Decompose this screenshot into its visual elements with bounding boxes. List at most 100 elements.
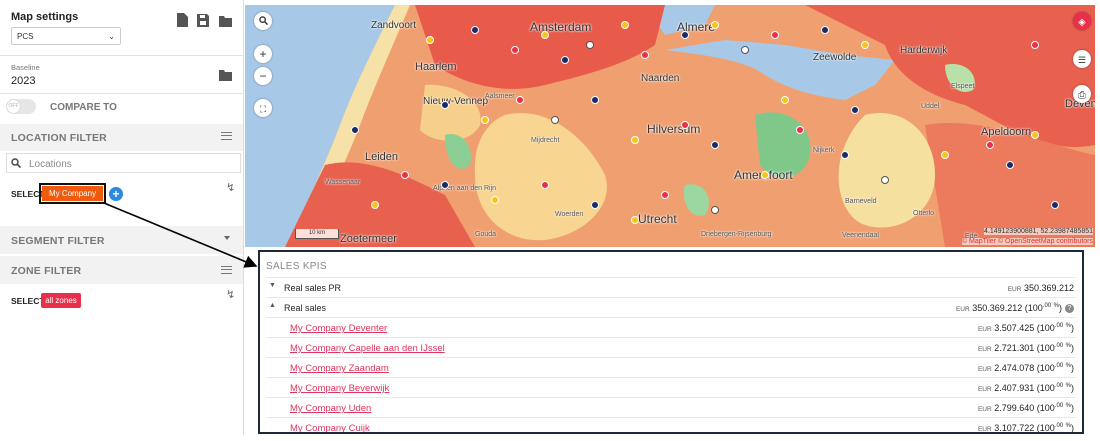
map-city-label: Alphen aan den Rijn [433,185,497,192]
store-link[interactable]: My Company Capelle aan den IJssel [290,343,445,354]
kpi-pct-decimals: .00 [1054,363,1064,369]
kpi-value: EUR 2.407.931 (100.00 %) [977,383,1074,393]
map-city-label: Almere [677,20,716,34]
kpi-value: EUR 2.474.078 (100.00 %) [977,363,1074,373]
map-city-label: Utrecht [638,212,677,226]
zoom-out-icon: − [259,69,267,83]
map-city-label: Zoetermeer [340,233,397,245]
caret-up-icon[interactable]: ▲ [269,302,276,309]
map-city-label: Nieuw-Vennep [423,96,489,107]
kpi-pct-decimals: .00 [1054,403,1064,409]
kpi-pct: 100 [1039,403,1055,413]
sales-kpi-title: SALES KPIS [266,261,327,272]
chevron-down-icon: ⌄ [108,32,115,41]
caret-down-icon[interactable]: ▼ [269,282,276,289]
kpi-pct-decimals: .00 [1054,343,1064,349]
map-city-label: Mijdrecht [531,137,560,144]
currency-label: EUR [977,386,992,393]
map-city-label: Naarden [641,73,680,84]
kpi-pct-unit: % [1065,363,1071,369]
zoom-in-icon: + [259,47,267,61]
kpi-store-row[interactable]: My Company Capelle aan den IJssel EUR 2.… [266,337,1076,357]
map-city-label: Apeldoorn [981,126,1032,138]
store-link[interactable]: My Company Cuijk [290,423,370,432]
kpi-pct: 100 [1039,323,1055,333]
list-icon: ☰ [1077,55,1087,65]
kpi-row-real-sales-pr[interactable]: ▼ Real sales PR EUR 350.369.212 [266,277,1076,297]
kpi-amount: 2.721.301 [994,343,1035,353]
kpi-amount: 2.407.931 [994,383,1035,393]
kpi-pct: 100 [1039,363,1055,373]
zoom-in-button[interactable]: + [254,45,272,63]
folder-icon[interactable] [219,68,232,82]
map-city-label: Harderwijk [900,45,948,56]
map-attribution[interactable]: © MapTiler © OpenStreetMap contributors [961,238,1093,245]
kpi-store-row[interactable]: My Company Cuijk EUR 3.107.722 (100.00 %… [266,417,1076,433]
store-link[interactable]: My Company Deventer [290,323,387,334]
file-icon[interactable] [176,13,188,27]
layer-select[interactable]: PCS ⌄ [11,27,121,45]
store-link[interactable]: My Company Uden [290,403,371,414]
map-search-button[interactable] [254,12,272,30]
add-location-button[interactable]: + [109,187,123,201]
currency-label: EUR [977,426,992,433]
search-icon [258,16,268,26]
layers-icon: ◈ [1078,17,1086,28]
kpi-pct-unit: % [1053,303,1059,309]
map-city-label: Nijkerk [813,147,835,154]
search-icon [11,158,21,168]
kpi-store-row[interactable]: My Company Uden EUR 2.799.640 (100.00 %) [266,397,1076,417]
bolt-icon[interactable]: ↯ [226,181,235,194]
kpi-pct-unit: % [1065,423,1071,429]
print-icon: ⎙ [1078,90,1086,101]
zone-select-label: SELECT [11,296,45,306]
list-button[interactable]: ☰ [1073,50,1091,68]
kpi-value: EUR 350.369.212 (100.00 %)? [955,303,1074,314]
folder-icon[interactable] [219,14,232,28]
kpi-store-row[interactable]: My Company Zaandam EUR 2.474.078 (100.00… [266,357,1076,377]
kpi-label: Real sales [284,303,327,313]
kpi-pct-unit: % [1065,343,1071,349]
map-city-label: Haarlem [415,61,457,73]
store-link[interactable]: My Company Zaandam [290,363,389,374]
currency-label: EUR [977,326,992,333]
locations-search-input[interactable] [27,156,231,172]
reorder-icon[interactable] [221,132,232,140]
zoom-out-button[interactable]: − [254,67,272,85]
kpi-value: EUR 2.721.301 (100.00 %) [977,343,1074,353]
locations-search-box[interactable] [6,153,241,173]
kpi-store-row[interactable]: My Company Deventer EUR 3.507.425 (100.0… [266,317,1076,337]
kpi-row-real-sales[interactable]: ▲ Real sales EUR 350.369.212 (100.00 %)? [266,297,1076,317]
bolt-icon[interactable]: ↯ [226,288,235,301]
map-settings-title: Map settings [11,11,79,23]
divider [0,55,243,56]
save-icon[interactable] [197,13,209,27]
layers-button[interactable]: ◈ [1073,12,1091,30]
company-chip[interactable]: My Company [42,186,103,201]
help-icon[interactable]: ? [1065,304,1074,314]
fullscreen-button[interactable]: ⛶ [254,99,272,117]
map-view[interactable]: Zandvoort Amsterdam Almere Zeewolde Haar… [245,5,1095,247]
caret-down-icon[interactable] [224,236,230,240]
zones-chip[interactable]: all zones [41,293,81,308]
currency-label: EUR [955,306,970,313]
map-city-label: Otterlo [913,210,935,217]
divider [0,93,243,94]
baseline-value[interactable]: 2023 [11,75,35,87]
compare-toggle[interactable]: OFF [6,99,36,114]
map-city-label: Driebergen-Rijsenburg [701,231,772,238]
store-link[interactable]: My Company Beverwijk [290,383,389,394]
sales-kpi-panel: SALES KPIS ▼ Real sales PR EUR 350.369.2… [258,250,1084,434]
map-city-label: Barneveld [845,198,877,205]
map-city-label: Elspeet [951,83,975,90]
kpi-store-row[interactable]: My Company Beverwijk EUR 2.407.931 (100.… [266,377,1076,397]
zone-filter-title: ZONE FILTER [11,265,82,277]
print-button[interactable]: ⎙ [1073,85,1091,103]
kpi-amount: 350.369.212 [1023,283,1074,293]
kpi-pct: 100 [1039,343,1055,353]
kpi-label: Real sales PR [284,283,342,293]
map-city-label: Zeewolde [813,52,857,63]
reorder-icon[interactable] [221,266,232,274]
kpi-pct: 100 [1039,423,1055,433]
kpi-pct-unit: % [1065,403,1071,409]
